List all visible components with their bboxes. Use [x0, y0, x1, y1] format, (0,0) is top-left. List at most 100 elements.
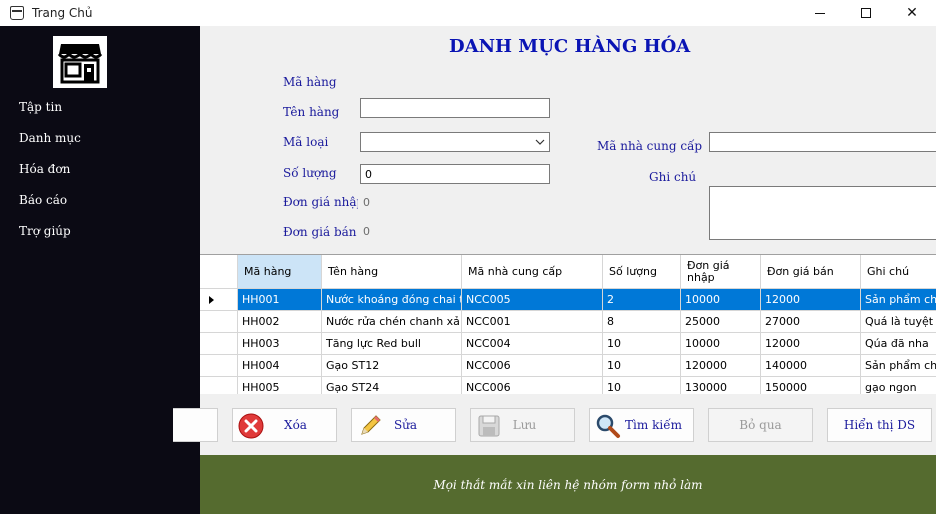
cell-so-luong[interactable]: 8: [603, 311, 681, 333]
cell-ma-hang[interactable]: HH004: [238, 355, 322, 377]
cell-ten-hang[interactable]: Tăng lực Red bull: [322, 333, 462, 355]
column-header-ma-ncc[interactable]: Mã nhà cung cấp: [462, 255, 603, 289]
magnifier-icon: [596, 414, 620, 438]
cell-ma-ncc[interactable]: NCC006: [462, 377, 603, 394]
menu-bao-cao[interactable]: Báo cáo: [19, 193, 67, 207]
footer-text: Mọi thắt mắt xin liên hệ nhóm form nhỏ l…: [433, 477, 703, 492]
close-button[interactable]: ✕: [889, 0, 935, 26]
row-header[interactable]: [200, 377, 238, 394]
floppy-disk-icon: [478, 415, 500, 437]
menu-tro-giup[interactable]: Trợ giúp: [19, 224, 71, 238]
so-luong-field[interactable]: 0: [360, 164, 550, 184]
maximize-icon: [861, 8, 871, 18]
cell-don-gia-nhap[interactable]: 10000: [681, 333, 761, 355]
save-label: Lưu: [512, 418, 537, 432]
column-header-don-gia-ban[interactable]: Đơn giá bán: [761, 255, 861, 289]
ma-hang-label: Mã hàng: [283, 75, 337, 89]
cell-don-gia-ban[interactable]: 12000: [761, 333, 861, 355]
cell-ma-ncc[interactable]: NCC004: [462, 333, 603, 355]
cell-ten-hang[interactable]: Nước rửa chén chanh xả: [322, 311, 462, 333]
column-header-ma-hang[interactable]: Mã hàng: [238, 255, 322, 289]
partial-button[interactable]: [173, 408, 218, 442]
edit-label: Sửa: [393, 418, 418, 432]
search-button[interactable]: Tìm kiếm: [589, 408, 694, 442]
row-header[interactable]: [200, 311, 238, 333]
title-bar: Trang Chủ ✕: [0, 0, 936, 26]
search-label: Tìm kiếm: [625, 418, 682, 432]
column-header-don-gia-nhap[interactable]: Đơn giá nhập: [681, 255, 761, 289]
cell-don-gia-ban[interactable]: 12000: [761, 289, 861, 311]
cell-don-gia-nhap[interactable]: 25000: [681, 311, 761, 333]
basket-icon: [10, 6, 24, 20]
show-list-label: Hiển thị DS: [843, 418, 916, 432]
maximize-button[interactable]: [843, 0, 889, 26]
cell-don-gia-nhap[interactable]: 10000: [681, 289, 761, 311]
ten-hang-field[interactable]: [360, 98, 550, 118]
ten-hang-label: Tên hàng: [283, 105, 340, 119]
store-icon: [57, 44, 103, 84]
column-header-ghi-chu[interactable]: Ghi chú: [861, 255, 936, 289]
don-gia-ban-label: Đơn giá bán: [283, 225, 357, 239]
ghi-chu-label: Ghi chú: [649, 170, 697, 184]
save-button[interactable]: Lưu: [470, 408, 575, 442]
cell-ghi-chu[interactable]: Quá là tuyệt v: [861, 311, 936, 333]
cell-ten-hang[interactable]: Nước khoáng đóng chai t...: [322, 289, 462, 311]
don-gia-nhap-label: Đơn giá nhập: [283, 195, 365, 209]
page-title: DANH MỤC HÀNG HÓA: [449, 36, 691, 57]
sidebar: Tập tin Danh mục Hóa đơn Báo cáo Trợ giú…: [0, 26, 200, 514]
edit-button[interactable]: Sửa: [351, 408, 456, 442]
cell-ghi-chu[interactable]: Sản phẩm chấ: [861, 355, 936, 377]
delete-icon: [238, 413, 264, 439]
delete-button[interactable]: Xóa: [232, 408, 337, 442]
column-header-so-luong[interactable]: Số lượng: [603, 255, 681, 289]
cell-ma-ncc[interactable]: NCC001: [462, 311, 603, 333]
cell-don-gia-ban[interactable]: 150000: [761, 377, 861, 394]
skip-label: Bỏ qua: [739, 418, 782, 432]
row-header[interactable]: [200, 289, 238, 311]
menu-tap-tin[interactable]: Tập tin: [19, 100, 62, 114]
cell-ten-hang[interactable]: Gạo ST24: [322, 377, 462, 394]
show-list-button[interactable]: Hiển thị DS: [827, 408, 932, 442]
cell-ten-hang[interactable]: Gạo ST12: [322, 355, 462, 377]
ma-loai-select[interactable]: [360, 132, 550, 152]
cell-so-luong[interactable]: 2: [603, 289, 681, 311]
cell-ma-ncc[interactable]: NCC005: [462, 289, 603, 311]
cell-ma-ncc[interactable]: NCC006: [462, 355, 603, 377]
row-header[interactable]: [200, 355, 238, 377]
store-logo: [53, 36, 107, 88]
minimize-icon: [815, 12, 825, 14]
ma-ncc-field[interactable]: [709, 132, 936, 152]
cell-don-gia-nhap[interactable]: 120000: [681, 355, 761, 377]
cell-don-gia-ban[interactable]: 140000: [761, 355, 861, 377]
don-gia-nhap-field[interactable]: 0: [358, 192, 550, 212]
cell-ma-hang[interactable]: HH003: [238, 333, 322, 355]
cell-so-luong[interactable]: 10: [603, 333, 681, 355]
current-row-arrow-icon: [209, 296, 214, 304]
skip-button[interactable]: Bỏ qua: [708, 408, 813, 442]
window-title: Trang Chủ: [32, 6, 93, 20]
cell-ma-hang[interactable]: HH002: [238, 311, 322, 333]
cell-don-gia-nhap[interactable]: 130000: [681, 377, 761, 394]
cell-so-luong[interactable]: 10: [603, 377, 681, 394]
row-header-corner: [200, 255, 238, 289]
minimize-button[interactable]: [797, 0, 843, 26]
ma-loai-label: Mã loại: [283, 135, 329, 149]
cell-ghi-chu[interactable]: gạo ngon: [861, 377, 936, 394]
row-header[interactable]: [200, 333, 238, 355]
cell-ghi-chu[interactable]: Sản phẩm chấ: [861, 289, 936, 311]
pencil-icon: [361, 415, 381, 435]
don-gia-ban-field[interactable]: 0: [358, 221, 550, 241]
cell-so-luong[interactable]: 10: [603, 355, 681, 377]
menu-hoa-don[interactable]: Hóa đơn: [19, 162, 70, 176]
column-header-ten-hang[interactable]: Tên hàng: [322, 255, 462, 289]
ma-hang-field[interactable]: [360, 72, 550, 92]
cell-ma-hang[interactable]: HH001: [238, 289, 322, 311]
cell-don-gia-ban[interactable]: 27000: [761, 311, 861, 333]
footer-bar: Mọi thắt mắt xin liên hệ nhóm form nhỏ l…: [200, 455, 936, 514]
menu-danh-muc[interactable]: Danh mục: [19, 131, 81, 145]
ghi-chu-textarea[interactable]: [709, 186, 936, 240]
cell-ma-hang[interactable]: HH005: [238, 377, 322, 394]
products-table[interactable]: Mã hàng Tên hàng Mã nhà cung cấp Số lượn…: [200, 254, 936, 394]
close-icon: ✕: [906, 5, 918, 21]
cell-ghi-chu[interactable]: Qúa đã nha: [861, 333, 936, 355]
